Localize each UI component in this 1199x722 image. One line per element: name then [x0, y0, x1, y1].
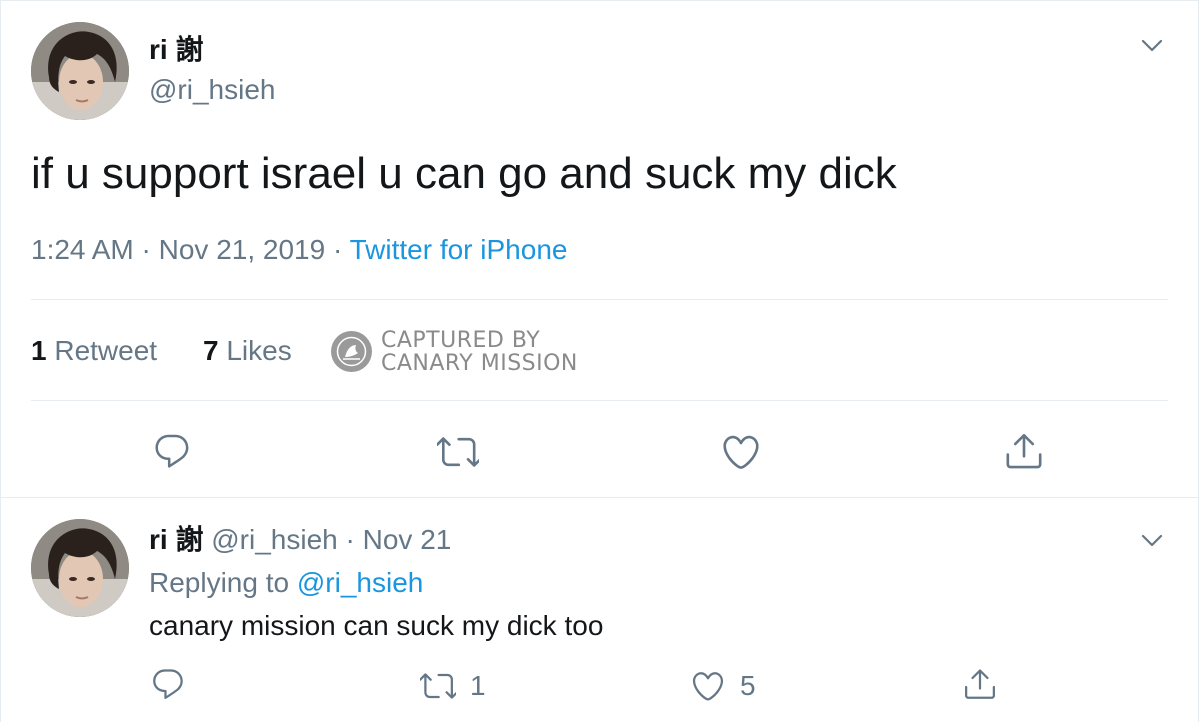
retweet-icon	[420, 673, 456, 699]
tweet-stats: 1 Retweet 7 Likes	[31, 334, 292, 368]
chevron-down-icon[interactable]	[1137, 30, 1167, 60]
tweet-text: canary mission can suck my dick too	[149, 610, 604, 641]
retweet-button[interactable]: 1	[420, 668, 486, 704]
share-icon	[1006, 433, 1042, 469]
watermark-line-1: CAPTURED BY	[381, 328, 541, 353]
meta-separator: ·	[332, 234, 343, 265]
reply-header: ri 謝 @ri_hsieh · Nov 21	[149, 523, 451, 557]
retweet-count: 1	[470, 670, 486, 701]
watermark-line-2: CANARY MISSION	[381, 351, 578, 376]
replying-to: Replying to @ri_hsieh	[149, 566, 423, 600]
like-button[interactable]	[720, 431, 762, 473]
reply-icon	[153, 669, 183, 699]
watermark-text: CAPTURED BY CANARY MISSION	[381, 329, 578, 375]
retweet-icon	[437, 437, 479, 467]
display-name[interactable]: ri 謝	[149, 33, 203, 67]
chevron-down-icon[interactable]	[1137, 525, 1167, 555]
retweet-count: 1	[31, 335, 47, 366]
main-tweet: ri 謝 @ri_hsieh if u support israel u can…	[0, 0, 1199, 498]
tweet-time[interactable]: 1:24 AM	[31, 234, 134, 265]
reply-button[interactable]	[152, 431, 192, 471]
replying-prefix: Replying to	[149, 567, 290, 598]
tweet-source-link[interactable]: Twitter for iPhone	[350, 234, 568, 265]
tweet-text: if u support israel u can go and suck my…	[31, 149, 897, 198]
retweet-stat[interactable]: 1 Retweet	[31, 335, 157, 366]
avatar[interactable]	[31, 22, 129, 120]
share-button[interactable]	[1003, 430, 1045, 472]
canary-bird-icon	[331, 331, 372, 372]
reply-button[interactable]	[150, 666, 186, 702]
reply-icon	[155, 434, 189, 468]
heart-icon	[692, 672, 724, 701]
mention-link[interactable]: @ri_hsieh	[297, 567, 423, 598]
like-button[interactable]: 5	[690, 668, 756, 704]
share-button[interactable]	[962, 666, 998, 702]
share-icon	[965, 669, 995, 699]
user-handle[interactable]: @ri_hsieh	[149, 73, 275, 107]
divider	[31, 299, 1168, 300]
user-handle[interactable]: @ri_hsieh	[211, 524, 337, 555]
like-count: 7	[203, 335, 219, 366]
display-name[interactable]: ri 謝	[149, 524, 203, 555]
retweet-label: Retweet	[54, 335, 158, 366]
tweet-date[interactable]: Nov 21, 2019	[159, 234, 326, 265]
divider	[31, 400, 1168, 401]
retweet-button[interactable]	[437, 431, 479, 473]
tweet-meta: 1:24 AM · Nov 21, 2019 · Twitter for iPh…	[31, 233, 567, 267]
meta-separator: ·	[345, 524, 355, 555]
reply-date[interactable]: Nov 21	[363, 524, 452, 555]
reply-tweet[interactable]: ri 謝 @ri_hsieh · Nov 21 Replying to @ri_…	[0, 499, 1199, 722]
like-count: 5	[740, 670, 756, 701]
heart-icon	[723, 435, 759, 469]
meta-separator: ·	[141, 234, 151, 265]
canary-mission-watermark: CAPTURED BY CANARY MISSION	[331, 329, 591, 375]
likes-label: Likes	[226, 335, 292, 366]
avatar[interactable]	[31, 519, 129, 617]
likes-stat[interactable]: 7 Likes	[203, 334, 292, 368]
